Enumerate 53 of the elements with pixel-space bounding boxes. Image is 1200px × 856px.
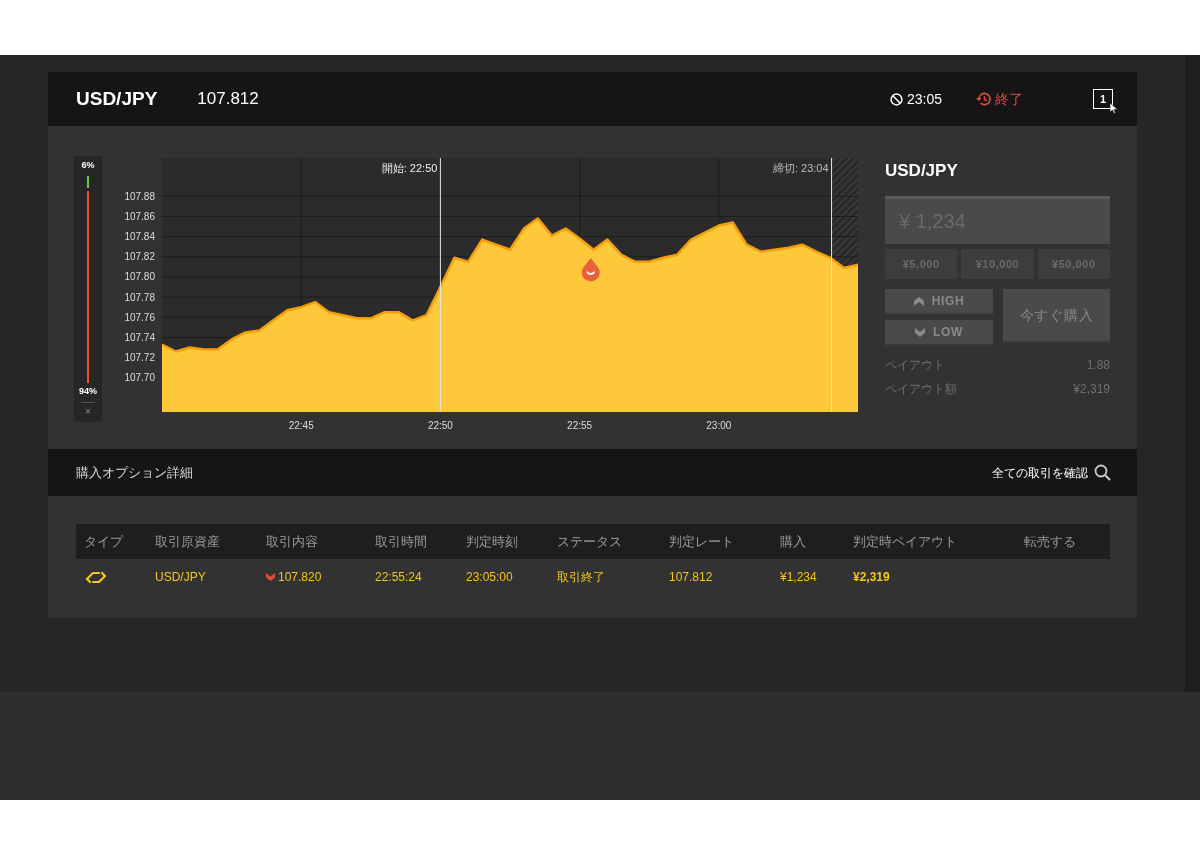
ban-icon — [889, 92, 903, 106]
y-tick-label: 107.70 — [124, 372, 155, 384]
column-header: ステータス — [557, 532, 623, 551]
x-tick-label: 22:45 — [288, 420, 314, 431]
table-cell-text: 107.812 — [669, 569, 713, 586]
column-header: タイプ — [84, 532, 125, 551]
pair-title: USD/JPY — [76, 86, 158, 111]
search-icon[interactable] — [1094, 464, 1111, 481]
y-tick-label: 107.82 — [124, 251, 155, 263]
cursor-icon — [1110, 103, 1118, 114]
close-button[interactable]: × — [85, 407, 91, 417]
column-header: 取引内容 — [266, 532, 319, 551]
table-cell-text: ¥1,234 — [780, 569, 817, 586]
low-percent: 94% — [79, 384, 97, 398]
column-header: 判定レート — [669, 532, 735, 551]
down-arrow-icon — [915, 327, 926, 337]
payout-value: 1.88 — [1086, 357, 1110, 374]
column-header: 購入 — [780, 532, 807, 551]
y-tick-label: 107.80 — [124, 271, 155, 283]
expiry-time: 23:05 — [906, 89, 942, 109]
order-pair-title: USD/JPY — [885, 162, 959, 179]
table-cell-text: 22:55:24 — [375, 569, 422, 586]
time-marker-label: 締切: 23:04 — [772, 162, 829, 174]
table-cell-text: ¥2,319 — [853, 569, 890, 586]
payout-value: ¥2,319 — [1073, 381, 1110, 398]
table-cell-text: USD/JPY — [155, 569, 206, 586]
x-tick-label: 23:00 — [706, 420, 732, 431]
high-percent: 6% — [81, 159, 95, 172]
x-tick-label: 22:55 — [567, 420, 593, 431]
status-label: 終了 — [995, 89, 1023, 109]
y-tick-label: 107.76 — [124, 311, 155, 323]
y-tick-label: 107.78 — [124, 291, 155, 303]
table-cell-text: 取引終了 — [557, 569, 605, 586]
section-title: 購入オプション詳細 — [76, 463, 193, 482]
column-header: 判定時刻 — [466, 532, 519, 551]
table-cell-text: 107.820 — [278, 569, 322, 586]
current-price: 107.812 — [197, 88, 259, 111]
view-all-trades-link[interactable]: 全ての取引を確認 — [992, 463, 1088, 482]
column-header: 判定時ペイアウト — [853, 532, 958, 551]
history-icon — [976, 92, 991, 106]
entry-marker-icon — [581, 257, 600, 282]
column-header: 取引原資産 — [155, 532, 221, 551]
y-tick-label: 107.86 — [124, 210, 155, 222]
y-tick-label: 107.88 — [124, 190, 155, 202]
time-marker-label: 開始: 22:50 — [381, 162, 438, 174]
up-arrow-icon — [913, 296, 924, 306]
column-header: 転売する — [1024, 532, 1077, 551]
table-cell-text: 23:05:00 — [466, 569, 513, 586]
y-tick-label: 107.72 — [124, 352, 155, 364]
y-tick-label: 107.74 — [124, 331, 155, 343]
column-header: 取引時間 — [375, 532, 428, 551]
y-tick-label: 107.84 — [124, 231, 155, 243]
x-tick-label: 22:50 — [427, 420, 453, 431]
